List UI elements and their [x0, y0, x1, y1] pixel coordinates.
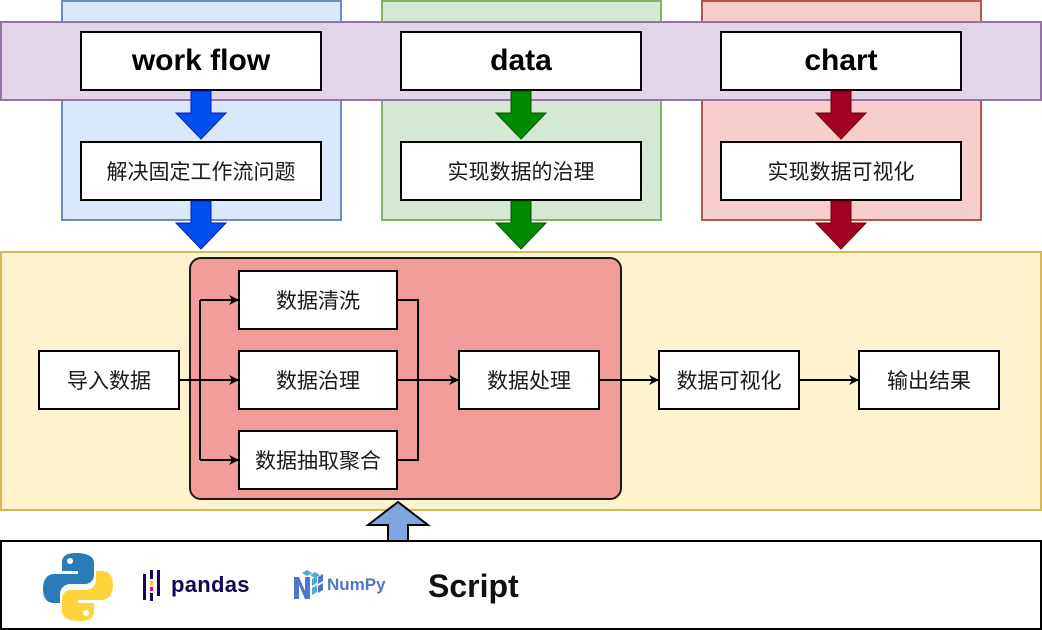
script-label: Script [428, 568, 519, 604]
data-aggregation-box[interactable]: 数据抽取聚合 [238, 430, 398, 490]
data-processing-box[interactable]: 数据处理 [458, 350, 600, 410]
data-visualization-box[interactable]: 数据可视化 [658, 350, 800, 410]
numpy-logo-icon [294, 570, 323, 599]
data-cleaning-box[interactable]: 数据清洗 [238, 270, 398, 330]
data-governance-label: 数据治理 [276, 369, 360, 393]
python-logo-icon [43, 553, 113, 621]
data-governance-box[interactable]: 数据治理 [238, 350, 398, 410]
python-logo [40, 549, 116, 625]
data-visualization-label: 数据可视化 [676, 369, 782, 393]
pandas-logo: pandas [141, 567, 261, 603]
pandas-logo-icon [143, 570, 160, 601]
pandas-label: pandas [171, 572, 250, 597]
data-cleaning-label: 数据清洗 [276, 289, 360, 313]
connectors-layer [180, 295, 859, 465]
output-result-label: 输出结果 [887, 369, 971, 393]
data-processing-label: 数据处理 [487, 369, 571, 393]
import-data-box[interactable]: 导入数据 [38, 350, 180, 410]
import-data-label: 导入数据 [67, 369, 151, 393]
data-aggregation-label: 数据抽取聚合 [255, 449, 381, 473]
numpy-logo: NumPy [290, 569, 400, 601]
numpy-label: NumPy [327, 575, 386, 594]
output-result-box[interactable]: 输出结果 [858, 350, 1000, 410]
